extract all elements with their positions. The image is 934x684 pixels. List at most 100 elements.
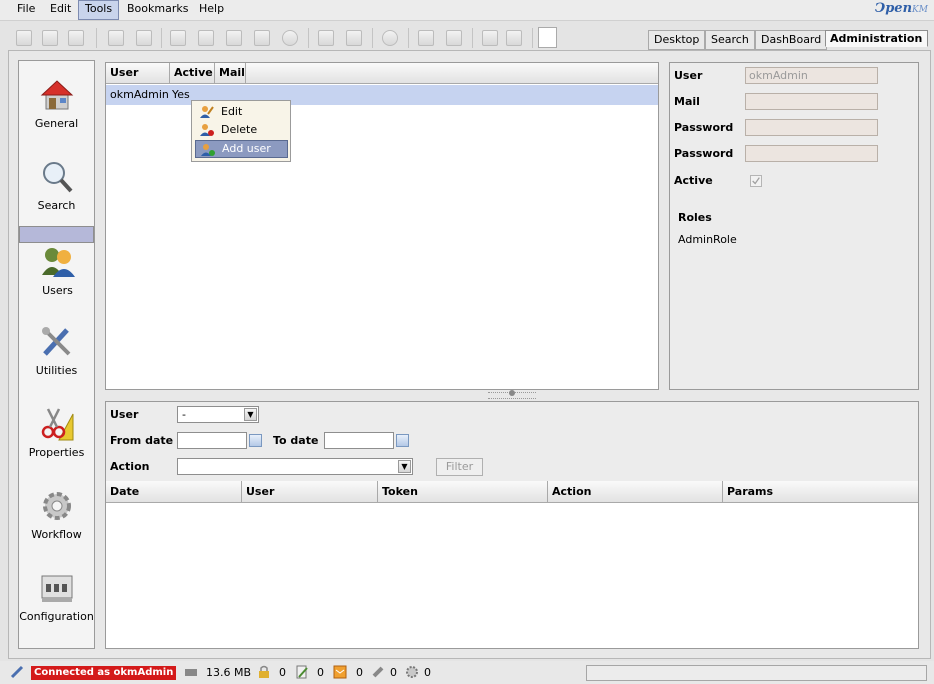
delete-icon[interactable]	[198, 30, 214, 46]
checkout-icon[interactable]	[295, 665, 309, 679]
locked-count: 0	[279, 666, 286, 679]
add-document-icon[interactable]	[170, 30, 186, 46]
checkout-icon[interactable]	[226, 30, 242, 46]
find-document-icon[interactable]	[68, 30, 84, 46]
menu-bookmarks[interactable]: Bookmarks	[121, 0, 194, 20]
column-header-date[interactable]: Date	[106, 481, 242, 503]
menu-help[interactable]: Help	[193, 0, 230, 20]
sidebar-item-label: Users	[42, 284, 73, 297]
sidebar-item-label: Utilities	[35, 364, 78, 377]
add-property-group-icon[interactable]	[318, 30, 334, 46]
user-detail-panel: User okmAdmin Mail Password Password Act…	[669, 62, 919, 390]
sidebar-item-configuration[interactable]: Configuration	[19, 554, 94, 636]
password-field	[745, 119, 878, 136]
sidebar-item-label: Configuration	[19, 610, 94, 623]
menu-file[interactable]: File	[11, 0, 41, 20]
subscription-count: 0	[390, 666, 397, 679]
chevron-down-icon: ▼	[244, 408, 257, 421]
user-select[interactable]: - ▼	[177, 406, 259, 423]
sidebar-item-label: General	[34, 117, 79, 130]
action-select[interactable]: ▼	[177, 458, 413, 475]
to-date-label: To date	[273, 434, 319, 447]
menu-tools[interactable]: Tools	[78, 0, 120, 20]
openkm-logo: ϽpenKM	[874, 1, 928, 16]
calendar-icon[interactable]	[249, 434, 262, 447]
column-header-user[interactable]: User	[106, 63, 170, 84]
magnifier-icon	[43, 162, 73, 193]
table-row[interactable]: okmAdmin Yes	[106, 85, 658, 105]
create-folder-icon[interactable]	[16, 30, 32, 46]
password-label: Password	[674, 121, 734, 134]
tab-search[interactable]: Search	[705, 30, 755, 50]
workflow-icon[interactable]	[382, 30, 398, 46]
subscription-icon[interactable]	[371, 665, 385, 679]
user-context-menu: Edit Delete Add user	[191, 100, 291, 162]
tab-desktop[interactable]: Desktop	[648, 30, 706, 50]
column-header-active[interactable]: Active	[170, 63, 215, 84]
scissors-ruler-icon	[41, 408, 74, 441]
column-header-filler	[246, 63, 658, 84]
toolbar-extension-slot[interactable]	[538, 27, 557, 48]
sidebar-item-search[interactable]: Search	[19, 143, 94, 225]
column-header-params[interactable]: Params	[723, 481, 918, 503]
refresh-icon[interactable]	[482, 30, 498, 46]
sidebar-item-users[interactable]: Users	[19, 226, 94, 297]
user-label: User	[674, 69, 703, 82]
action-label: Action	[110, 460, 150, 473]
gear-icon	[43, 492, 71, 520]
active-label: Active	[674, 174, 713, 187]
to-date-input[interactable]	[324, 432, 394, 449]
remove-property-group-icon[interactable]	[346, 30, 362, 46]
connected-badge: Connected as okmAdmin	[31, 666, 177, 680]
active-checkbox	[750, 175, 762, 187]
activity-table: Date User Token Action Params	[106, 481, 918, 648]
column-header-user[interactable]: User	[242, 481, 378, 503]
role-item: AdminRole	[678, 233, 737, 246]
sidebar-item-workflow[interactable]: Workflow	[19, 472, 94, 554]
sidebar-item-label: Workflow	[31, 528, 82, 541]
menu-item-add-user[interactable]: Add user	[195, 140, 288, 158]
cancel-checkout-icon[interactable]	[282, 30, 298, 46]
tab-dashboard[interactable]: DashBoard	[755, 30, 828, 50]
chevron-down-icon: ▼	[398, 460, 411, 473]
workflow-gear-icon[interactable]	[405, 665, 419, 679]
sidebar-item-properties[interactable]: Properties	[19, 390, 94, 472]
menu-edit[interactable]: Edit	[44, 0, 77, 20]
sidebar-item-utilities[interactable]: Utilities	[19, 308, 94, 390]
filter-user-label: User	[110, 408, 139, 421]
sidebar-item-general[interactable]: General	[19, 61, 94, 143]
house-icon	[40, 80, 74, 110]
tab-administration[interactable]: Administration	[825, 30, 929, 47]
mail-label: Mail	[674, 95, 700, 108]
unlock-icon[interactable]	[136, 30, 152, 46]
roles-label: Roles	[678, 211, 712, 224]
from-date-label: From date	[110, 434, 174, 447]
column-header-action[interactable]: Action	[548, 481, 723, 503]
column-header-mail[interactable]: Mail	[215, 63, 246, 84]
delete-user-icon	[200, 124, 214, 136]
status-bar: Connected as okmAdmin 13.6 MB 0 0 0 0 0	[0, 661, 934, 684]
checkmark-icon	[752, 177, 760, 185]
column-header-token[interactable]: Token	[378, 481, 548, 503]
add-subscription-icon[interactable]	[418, 30, 434, 46]
home-icon[interactable]	[506, 30, 522, 46]
status-message-box	[586, 665, 927, 681]
checkout-count: 0	[317, 666, 324, 679]
user-field: okmAdmin	[745, 67, 878, 84]
find-folder-icon[interactable]	[42, 30, 58, 46]
panel-splitter[interactable]	[488, 390, 536, 399]
menu-item-edit[interactable]: Edit	[195, 103, 288, 121]
calendar-icon[interactable]	[396, 434, 409, 447]
lock-icon[interactable]	[257, 665, 271, 679]
menu-item-delete[interactable]: Delete	[195, 121, 288, 139]
news-icon[interactable]	[333, 665, 347, 679]
lock-icon[interactable]	[108, 30, 124, 46]
from-date-input[interactable]	[177, 432, 247, 449]
news-count: 0	[356, 666, 363, 679]
tools-icon	[42, 327, 71, 356]
checkin-icon[interactable]	[254, 30, 270, 46]
filter-button[interactable]: Filter	[436, 458, 483, 476]
remove-subscription-icon[interactable]	[446, 30, 462, 46]
password-confirm-label: Password	[674, 147, 734, 160]
workflow-count: 0	[424, 666, 431, 679]
